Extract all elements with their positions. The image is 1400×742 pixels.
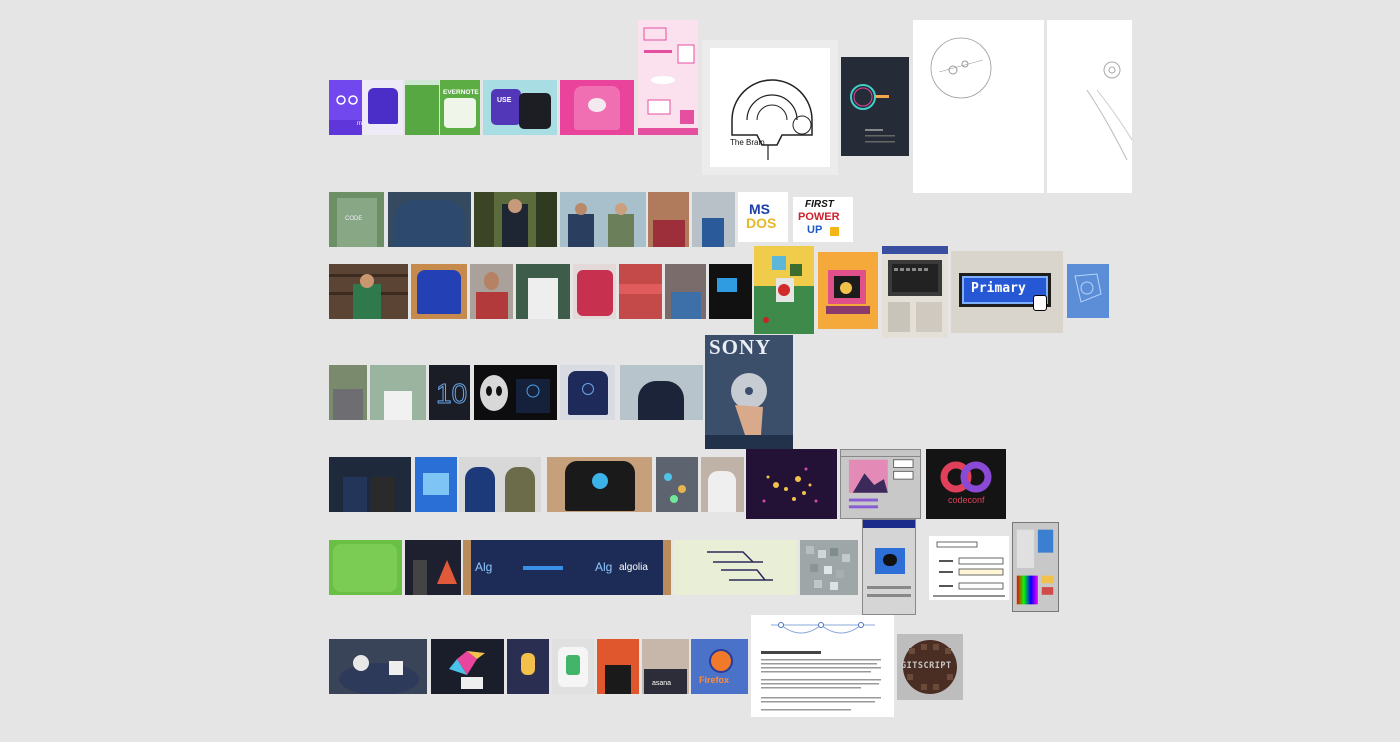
sketch-circle-page[interactable] [913, 20, 1044, 193]
code-tshirt-photo[interactable]: CODE [329, 192, 384, 247]
colorful-heart-photo[interactable] [431, 639, 504, 694]
codeconf-label: codeconf [948, 495, 985, 505]
svg-text:10: 10 [436, 378, 467, 409]
evernote-label: EVERNOTE [443, 89, 479, 96]
astronaut-tshirt-photo[interactable] [507, 639, 549, 694]
astronaut-icon [521, 653, 535, 675]
gitscript-pixel-logo[interactable]: GITSCRIPT [897, 634, 963, 700]
codeconf-logo[interactable]: codeconf [926, 449, 1006, 519]
branch-diagram-image[interactable] [673, 540, 797, 595]
blue-sketch-card[interactable] [1067, 264, 1109, 318]
stickers-tshirt-photo[interactable] [573, 264, 616, 319]
tree-tshirt-photo[interactable] [547, 457, 652, 512]
orca-app-window[interactable] [862, 519, 916, 615]
primary-button-image[interactable]: Primary [951, 251, 1063, 333]
man-grey-shirt-photo[interactable] [329, 365, 367, 420]
green-tshirt-photo[interactable] [329, 540, 402, 595]
astronaut-sticker-photo[interactable] [329, 639, 427, 694]
robot-tshirt-photo[interactable] [552, 639, 594, 694]
child-photo[interactable] [692, 192, 735, 247]
msdos-logo[interactable]: MS DOS [738, 192, 788, 242]
pink-poster-image[interactable] [638, 20, 698, 135]
pixel-mosaic-image[interactable] [800, 540, 858, 595]
algolia-short-label-2: Alg [595, 560, 613, 574]
retro-dialog-window[interactable] [840, 449, 921, 519]
algolia-label: algolia [619, 562, 648, 573]
forest-photo[interactable] [474, 192, 557, 247]
orca-icon [883, 554, 897, 566]
firefox-icon [709, 649, 733, 673]
algolia-short-label-1: Alg [475, 560, 493, 574]
evernote-photo[interactable] [405, 80, 439, 135]
back-tshirt-photo[interactable] [388, 192, 471, 247]
blue-tshirt-wood-photo[interactable] [411, 264, 467, 319]
first-label: FIRST [805, 199, 834, 210]
stage-photo[interactable] [405, 540, 461, 595]
sketch-hand-page[interactable] [1047, 20, 1132, 193]
robot-icon [566, 655, 580, 675]
the-brain-poster[interactable]: The Brain [702, 40, 838, 175]
up-label: UP [807, 224, 823, 236]
first-power-up-logo[interactable]: FIRST POWER UP [793, 197, 853, 242]
paint-palette-window[interactable] [1012, 522, 1059, 612]
hack-space-tshirt[interactable] [415, 457, 457, 512]
alien-mask-photo[interactable] [474, 365, 557, 420]
stickers-photo[interactable] [656, 457, 698, 512]
dark-tshirt-photo[interactable] [709, 264, 752, 319]
particles-image[interactable] [746, 449, 837, 519]
moodboard-board: mailtrap EVERNOTE USE The Brain [0, 0, 1400, 742]
git-article-page[interactable] [751, 615, 894, 717]
palm-trees-photo[interactable] [370, 365, 426, 420]
use-label: USE [497, 97, 512, 104]
backs-photo[interactable] [459, 457, 541, 512]
pink-tshirt-image[interactable] [560, 80, 634, 135]
retro-computer-illustration[interactable] [818, 252, 878, 329]
hand-cursor-icon [1033, 295, 1047, 311]
number-10-tshirt[interactable]: 10 [429, 365, 470, 420]
white-back-photo[interactable] [701, 457, 744, 512]
red-tshirt-photo[interactable] [619, 264, 662, 319]
asana-label: asana [652, 680, 672, 687]
use-tshirts-image[interactable]: USE [483, 80, 557, 135]
man-photo[interactable] [648, 192, 689, 247]
zx-computer-ad[interactable] [882, 246, 948, 338]
gitscript-label: GITSCRIPT [901, 661, 952, 671]
at-symbol-icon [582, 383, 594, 395]
mailtrap-tshirt-image[interactable] [362, 80, 403, 135]
firefox-tshirt-photo[interactable]: Firefox [691, 639, 748, 694]
white-tshirt-photo[interactable] [516, 264, 570, 319]
brain-label: The Brain [730, 138, 765, 147]
two-people-photo[interactable] [329, 457, 411, 512]
code-label: CODE [345, 216, 363, 222]
password-form-image[interactable] [929, 536, 1009, 600]
man-red-shirt-photo[interactable] [470, 264, 513, 319]
dark-circle-poster[interactable] [841, 57, 909, 156]
primary-label: Primary [971, 281, 1026, 296]
firefox-label: Firefox [699, 675, 730, 685]
tree-icon [592, 473, 608, 489]
asana-woman-photo[interactable]: asana [642, 639, 689, 694]
couple-photo[interactable] [560, 192, 646, 247]
back-print-photo[interactable] [620, 365, 703, 420]
man-black-shirt-photo[interactable] [597, 639, 639, 694]
msdos-dos-label: DOS [746, 215, 777, 231]
abstract-poster-green[interactable] [754, 246, 814, 334]
algolia-shirts-photo[interactable]: Alg Alg algolia [463, 540, 671, 595]
navy-tshirt-image[interactable] [560, 365, 615, 420]
woman-photo[interactable] [665, 264, 706, 319]
bookshelf-photo[interactable] [329, 264, 408, 319]
evernote-tshirt-image[interactable]: EVERNOTE [440, 80, 480, 135]
power-label: POWER [798, 211, 840, 223]
sony-ad-image[interactable]: SONY [705, 335, 793, 449]
